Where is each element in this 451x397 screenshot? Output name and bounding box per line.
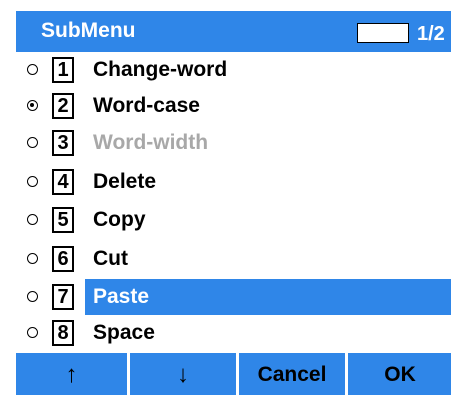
radio-indicator (27, 64, 38, 75)
page-indicator-box (357, 23, 409, 43)
item-label: Paste (93, 285, 150, 308)
item-label: Space (93, 321, 155, 344)
radio-indicator (27, 137, 38, 148)
item-number: 5 (52, 207, 74, 233)
softkey-up-arrow[interactable]: ↑ (16, 353, 127, 395)
item-number: 4 (52, 169, 74, 195)
title-bar: SubMenu 1/2 (16, 11, 451, 52)
item-label: Cut (93, 247, 128, 270)
menu-item-word-case[interactable]: 2 Word-case (16, 88, 451, 124)
menu-item-cut[interactable]: 6 Cut (16, 241, 451, 277)
radio-indicator (27, 214, 38, 225)
item-label: Word-case (93, 94, 200, 117)
softkey-ok[interactable]: OK (348, 353, 451, 395)
item-label: Copy (93, 208, 146, 231)
menu-item-copy[interactable]: 5 Copy (16, 202, 451, 238)
menu-title: SubMenu (41, 19, 136, 42)
menu-item-space[interactable]: 8 Space (16, 315, 451, 351)
submenu-screen: SubMenu 1/2 1 Change-word 2 Word-case 3 … (0, 0, 451, 395)
item-number: 3 (52, 130, 74, 156)
radio-indicator (27, 176, 38, 187)
item-label: Word-width (93, 131, 209, 154)
item-label: Change-word (93, 58, 228, 81)
menu-item-paste[interactable]: 7 Paste (16, 279, 451, 315)
item-number: 6 (52, 246, 74, 272)
item-number: 2 (52, 93, 74, 119)
radio-indicator (27, 253, 38, 264)
page-indicator: 1/2 (417, 23, 445, 45)
softkey-down-arrow[interactable]: ↓ (130, 353, 236, 395)
menu-item-delete[interactable]: 4 Delete (16, 164, 451, 200)
radio-indicator (27, 100, 38, 111)
item-number: 7 (52, 284, 74, 310)
item-number: 8 (52, 320, 74, 346)
menu-item-word-width[interactable]: 3 Word-width (16, 125, 451, 161)
radio-indicator (27, 291, 38, 302)
softkey-cancel[interactable]: Cancel (239, 353, 345, 395)
radio-indicator (27, 327, 38, 338)
item-number: 1 (52, 57, 74, 83)
item-label: Delete (93, 170, 157, 193)
menu-item-change-word[interactable]: 1 Change-word (16, 52, 451, 88)
softkey-bar: ↑ ↓ Cancel OK (16, 353, 451, 395)
